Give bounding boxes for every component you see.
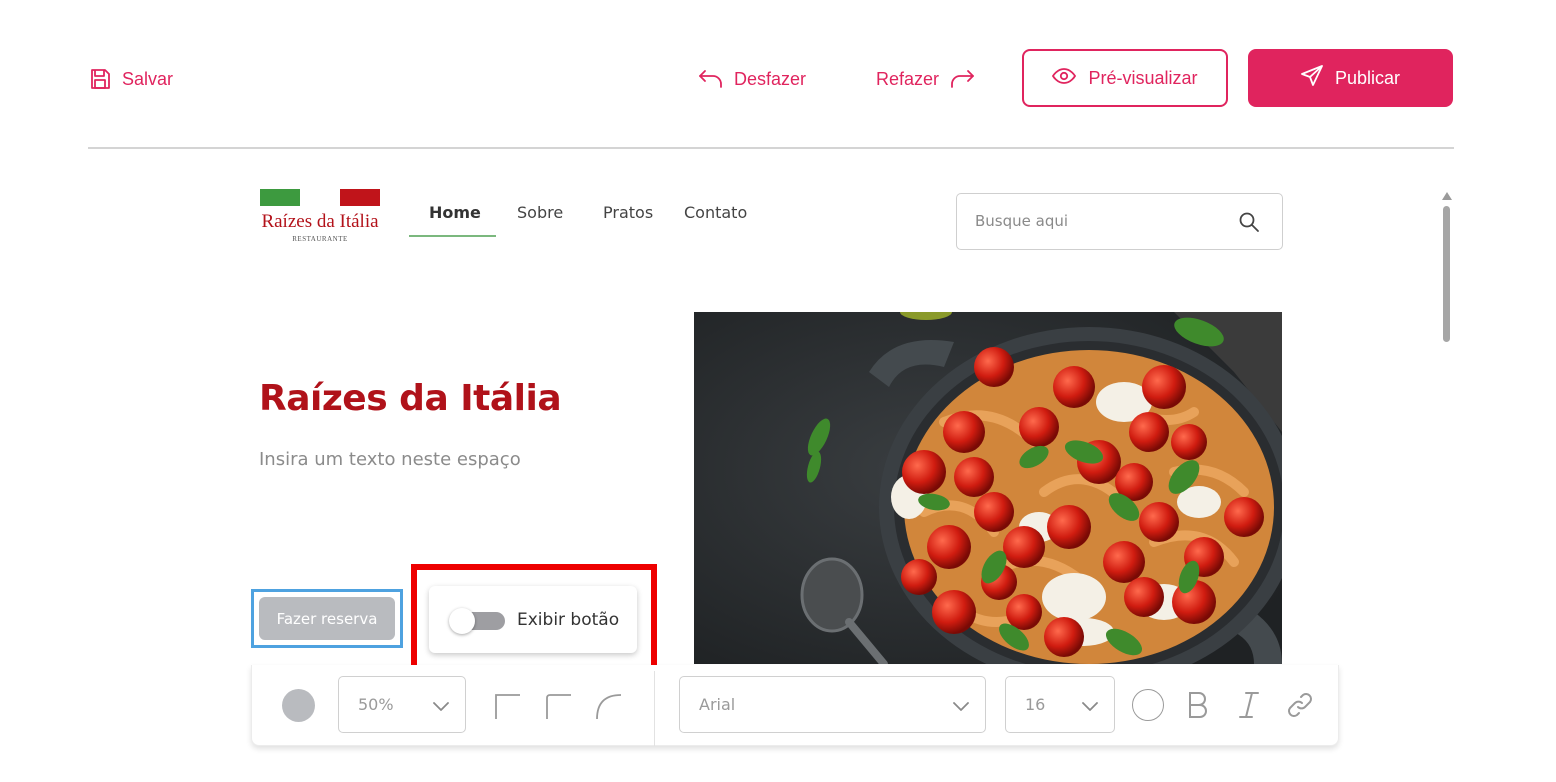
nav-item-contato[interactable]: Contato (684, 203, 747, 222)
hero-text[interactable]: Insira um texto neste espaço (259, 449, 521, 470)
publish-button[interactable]: Publicar (1248, 49, 1453, 107)
toolbar-divider (88, 147, 1454, 149)
scroll-up-arrow-icon[interactable] (1442, 192, 1452, 200)
search-input[interactable] (975, 208, 1225, 234)
logo-flag-green (260, 189, 300, 206)
font-size-value: 16 (1025, 695, 1046, 714)
font-value: Arial (699, 695, 736, 714)
save-icon (88, 67, 112, 91)
nav-active-indicator (409, 235, 496, 237)
undo-icon (698, 68, 724, 90)
nav-item-home[interactable]: Home (429, 203, 481, 222)
site-search (956, 193, 1283, 250)
pasta-skillet-image (694, 312, 1282, 664)
chevron-down-icon (433, 697, 449, 716)
logo-flag-red (340, 189, 380, 206)
undo-label: Desfazer (734, 68, 807, 89)
font-size-select[interactable]: 16 (1005, 676, 1115, 733)
font-select[interactable]: Arial (679, 676, 986, 733)
nav-item-pratos[interactable]: Pratos (603, 203, 653, 222)
chevron-down-icon (1082, 697, 1098, 716)
button-color-swatch[interactable] (282, 689, 315, 722)
toggle-knob (449, 607, 475, 634)
bold-icon[interactable] (1186, 691, 1210, 724)
save-label: Salvar (122, 68, 174, 89)
toggle-label: Exibir botão (517, 609, 620, 630)
italic-icon[interactable] (1237, 691, 1261, 724)
hero-title[interactable]: Raízes da Itália (259, 378, 562, 419)
chevron-down-icon (953, 697, 969, 716)
reserve-button[interactable]: Fazer reserva (259, 597, 395, 640)
opacity-select[interactable]: 50% (338, 676, 466, 733)
send-icon (1301, 64, 1323, 92)
opacity-value: 50% (358, 695, 394, 714)
format-toolbar: 50% Arial 16 (251, 665, 1339, 746)
site-logo[interactable]: Raízes da Itália RESTAURANTE (258, 188, 382, 246)
preview-button[interactable]: Pré-visualizar (1022, 49, 1228, 107)
show-button-popover: Exibir botão (429, 586, 637, 653)
save-button[interactable]: Salvar (88, 64, 173, 94)
logo-subtitle: RESTAURANTE (292, 235, 348, 243)
toolbar-separator (654, 671, 655, 746)
link-icon[interactable] (1286, 691, 1314, 724)
corner-rounded-small-icon[interactable] (545, 693, 571, 724)
corner-square-icon[interactable] (494, 693, 520, 724)
publish-label: Publicar (1334, 67, 1401, 88)
corner-rounded-large-icon[interactable] (595, 693, 622, 724)
nav-item-sobre[interactable]: Sobre (517, 203, 563, 222)
preview-label: Pré-visualizar (1088, 67, 1198, 88)
redo-label: Refazer (876, 68, 940, 89)
search-icon[interactable] (1238, 211, 1260, 238)
hero-image[interactable] (694, 312, 1282, 664)
redo-icon (949, 68, 975, 90)
redo-button[interactable]: Refazer (876, 64, 975, 94)
logo-name: Raízes da Itália (261, 211, 379, 232)
undo-button[interactable]: Desfazer (698, 64, 806, 94)
text-color-icon[interactable] (1132, 689, 1164, 721)
eye-icon (1052, 67, 1077, 90)
reserve-button-selection: Fazer reserva (251, 589, 403, 648)
scrollbar-thumb[interactable] (1443, 206, 1450, 342)
preview-scrollbar[interactable] (1441, 192, 1453, 342)
show-button-toggle[interactable] (449, 607, 505, 634)
